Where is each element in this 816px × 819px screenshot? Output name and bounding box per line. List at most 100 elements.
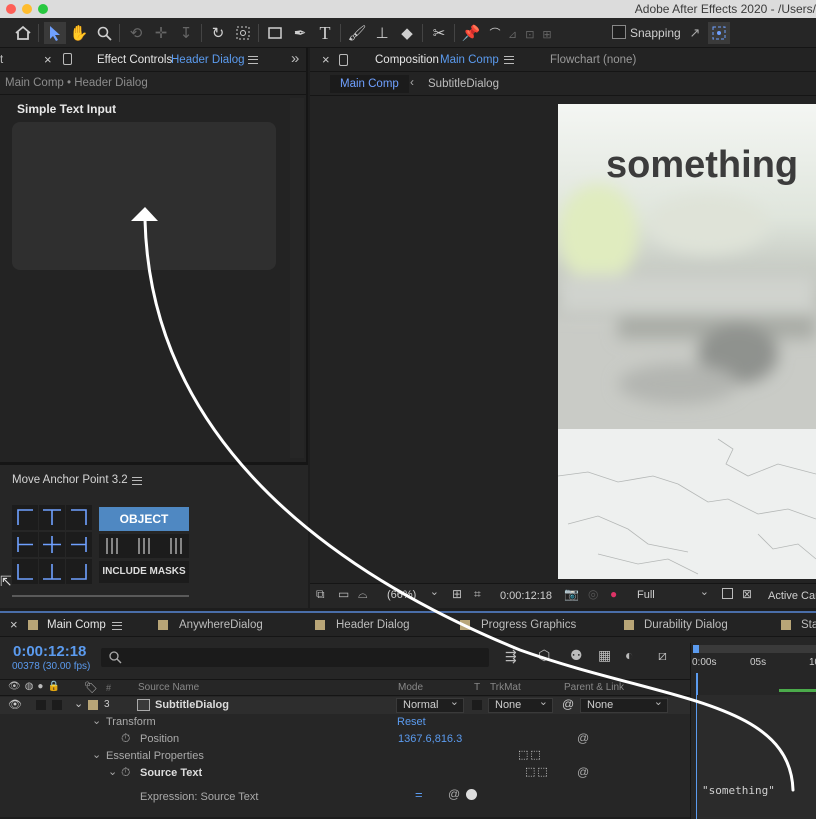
close-timeline-tab-icon[interactable]: × [10, 617, 18, 632]
region-of-interest-icon[interactable]: ⌗ [474, 587, 481, 602]
expression-enable-icon[interactable]: = [415, 787, 423, 802]
minimize-window-button[interactable] [22, 4, 32, 14]
comp-timecode[interactable]: 0:00:12:18 [500, 590, 552, 602]
timeline-menu-icon[interactable] [112, 622, 122, 630]
effect-controls-tab-label[interactable]: Effect Controls [97, 54, 172, 66]
composition-tab-label[interactable]: Composition [375, 54, 439, 66]
eye-icon[interactable]: 👁 [8, 698, 22, 711]
timeline-tab-main-comp[interactable]: Main Comp [47, 619, 106, 631]
eraser-icon[interactable]: ◆ [396, 22, 418, 44]
comp-mini-flowchart-icon[interactable]: ⇶ [505, 648, 517, 665]
include-masks-button[interactable]: INCLUDE MASKS [99, 561, 189, 583]
roto-brush-icon[interactable]: ✂ [428, 22, 450, 44]
timeline-tab-durability[interactable]: Durability Dialog [644, 619, 728, 631]
zoom-icon[interactable] [93, 22, 115, 44]
source-text-graphics-icon[interactable]: ⬚⬚ [525, 765, 550, 778]
snap-options-icon[interactable] [708, 22, 730, 44]
essential-chevron-icon[interactable]: ⌄ [92, 748, 101, 761]
close-tab-icon[interactable]: × [44, 52, 52, 67]
comp-subtab-subtitle[interactable]: SubtitleDialog [428, 78, 499, 90]
timeline-tab-header[interactable]: Header Dialog [336, 619, 410, 631]
shy-layers-icon[interactable]: ⚉ [570, 647, 583, 664]
object-button[interactable]: OBJECT [99, 507, 189, 531]
timeline-tab-anywhere[interactable]: AnywhereDialog [179, 619, 263, 631]
motion-blur-icon[interactable]: ◐ [625, 647, 633, 663]
pan-behind-icon[interactable] [232, 22, 254, 44]
source-name-column[interactable]: Source Name [138, 682, 199, 693]
flowchart-tab[interactable]: Flowchart (none) [550, 54, 636, 66]
effect-input-area[interactable] [12, 122, 276, 270]
source-text-pick-whip-icon[interactable]: @ [577, 765, 589, 779]
close-window-button[interactable] [6, 4, 16, 14]
axis-mode-icons[interactable]: ⊿⊡⊞ [508, 28, 598, 41]
pen-icon[interactable]: ✒ [289, 22, 311, 44]
expression-row[interactable]: Expression: Source Text = @ [0, 785, 690, 807]
transform-chevron-icon[interactable]: ⌄ [92, 714, 101, 727]
puppet-pin-icon[interactable]: 📌 [460, 22, 482, 44]
anchor-grid[interactable] [12, 505, 94, 585]
transform-row[interactable]: ⌄ Transform Reset [0, 714, 690, 731]
timeline-search-input[interactable] [101, 648, 489, 667]
dolly-camera-icon[interactable]: ↧ [175, 22, 197, 44]
lock-icon[interactable] [339, 54, 348, 66]
brush-icon[interactable]: 🖌 [346, 22, 368, 44]
snapping-checkbox[interactable] [612, 25, 626, 39]
mode-column[interactable]: Mode [398, 682, 423, 693]
hand-icon[interactable]: ✋ [68, 22, 90, 44]
anchor-panel-menu-icon[interactable] [132, 477, 142, 485]
label-column-icon[interactable]: 🏷 [84, 681, 98, 694]
lock-icon[interactable] [63, 53, 72, 65]
pick-whip-icon[interactable]: @ [562, 697, 574, 711]
timeline-tab-overflow[interactable]: Sta [801, 619, 816, 631]
expression-editor-value[interactable]: "something" [702, 784, 775, 797]
expand-layer-chevron-icon[interactable]: ⌄ [74, 697, 83, 710]
essential-properties-row[interactable]: ⌄ Essential Properties ⬚⬚ [0, 748, 690, 765]
reset-link[interactable]: Reset [397, 716, 426, 728]
stopwatch-icon[interactable]: ⏱ [121, 731, 130, 746]
layer-row[interactable]: 👁 ⌄ 3 SubtitleDialog Normal None @ None [0, 696, 690, 714]
composition-tab-comp[interactable]: Main Comp [440, 54, 499, 66]
effect-controls-layer-name[interactable]: Header Dialog [171, 54, 245, 66]
av-switches-icon[interactable]: 👁◍●🔒 [8, 681, 64, 692]
panel-overflow-chevron-icon[interactable]: » [291, 50, 299, 67]
trkmat-dropdown[interactable]: None [488, 696, 553, 713]
comp-subtab-main[interactable]: Main Comp [330, 75, 409, 93]
left-tab-fragment[interactable]: t [0, 54, 3, 66]
clone-stamp-icon[interactable]: ⊥ [371, 22, 393, 44]
draft-3d-icon[interactable]: ⬡ [538, 647, 550, 664]
zoom-window-button[interactable] [38, 4, 48, 14]
timeline-timecode[interactable]: 0:00:12:18 [13, 643, 86, 660]
home-icon[interactable] [12, 22, 34, 44]
source-text-chevron-icon[interactable]: ⌄ [108, 765, 117, 778]
pan-camera-icon[interactable]: ✛ [150, 22, 172, 44]
rotate-icon[interactable]: ↻ [207, 22, 229, 44]
composition-frame[interactable]: something [558, 104, 816, 579]
panel-menu-icon[interactable] [248, 56, 258, 64]
expression-language-menu-icon[interactable] [466, 789, 477, 800]
mask-visibility-icon[interactable]: ⌓ [358, 587, 368, 602]
close-comp-tab-icon[interactable]: × [322, 52, 330, 67]
orbit-camera-icon[interactable]: ⟲ [125, 22, 147, 44]
effect-panel-scrollbar[interactable] [290, 98, 304, 458]
monitor-icon[interactable]: ▭ [338, 587, 349, 601]
always-preview-icon[interactable]: ⧉ [316, 587, 325, 602]
position-pick-whip-icon[interactable]: @ [577, 731, 589, 745]
rectangle-icon[interactable] [264, 22, 286, 44]
t-column[interactable]: T [474, 682, 480, 693]
source-text-row[interactable]: ⌄ ⏱ Source Text ⬚⬚ @ [0, 765, 690, 782]
essential-graphics-icon[interactable]: ⬚⬚ [518, 748, 543, 761]
show-snapshot-icon[interactable]: ◎ [588, 587, 598, 601]
layer-name[interactable]: SubtitleDialog [155, 699, 229, 711]
position-value[interactable]: 1367.6,816.3 [398, 733, 462, 745]
resolution-dropdown[interactable]: Full [630, 586, 714, 603]
grid-guides-icon[interactable]: ⊞ [452, 587, 462, 601]
parent-column[interactable]: Parent & Link [564, 682, 624, 693]
distribution-buttons[interactable] [99, 534, 189, 558]
parent-dropdown[interactable]: None [580, 696, 668, 713]
zoom-dropdown[interactable]: (66%) [380, 586, 444, 603]
trkmat-column[interactable]: TrkMat [490, 682, 521, 693]
active-camera-dropdown[interactable]: Active Cam [768, 590, 816, 602]
graph-editor-icon[interactable]: ⧄ [658, 647, 667, 664]
fast-previews-icon[interactable] [722, 588, 733, 599]
local-axis-icon[interactable]: ⌒ [484, 22, 506, 44]
